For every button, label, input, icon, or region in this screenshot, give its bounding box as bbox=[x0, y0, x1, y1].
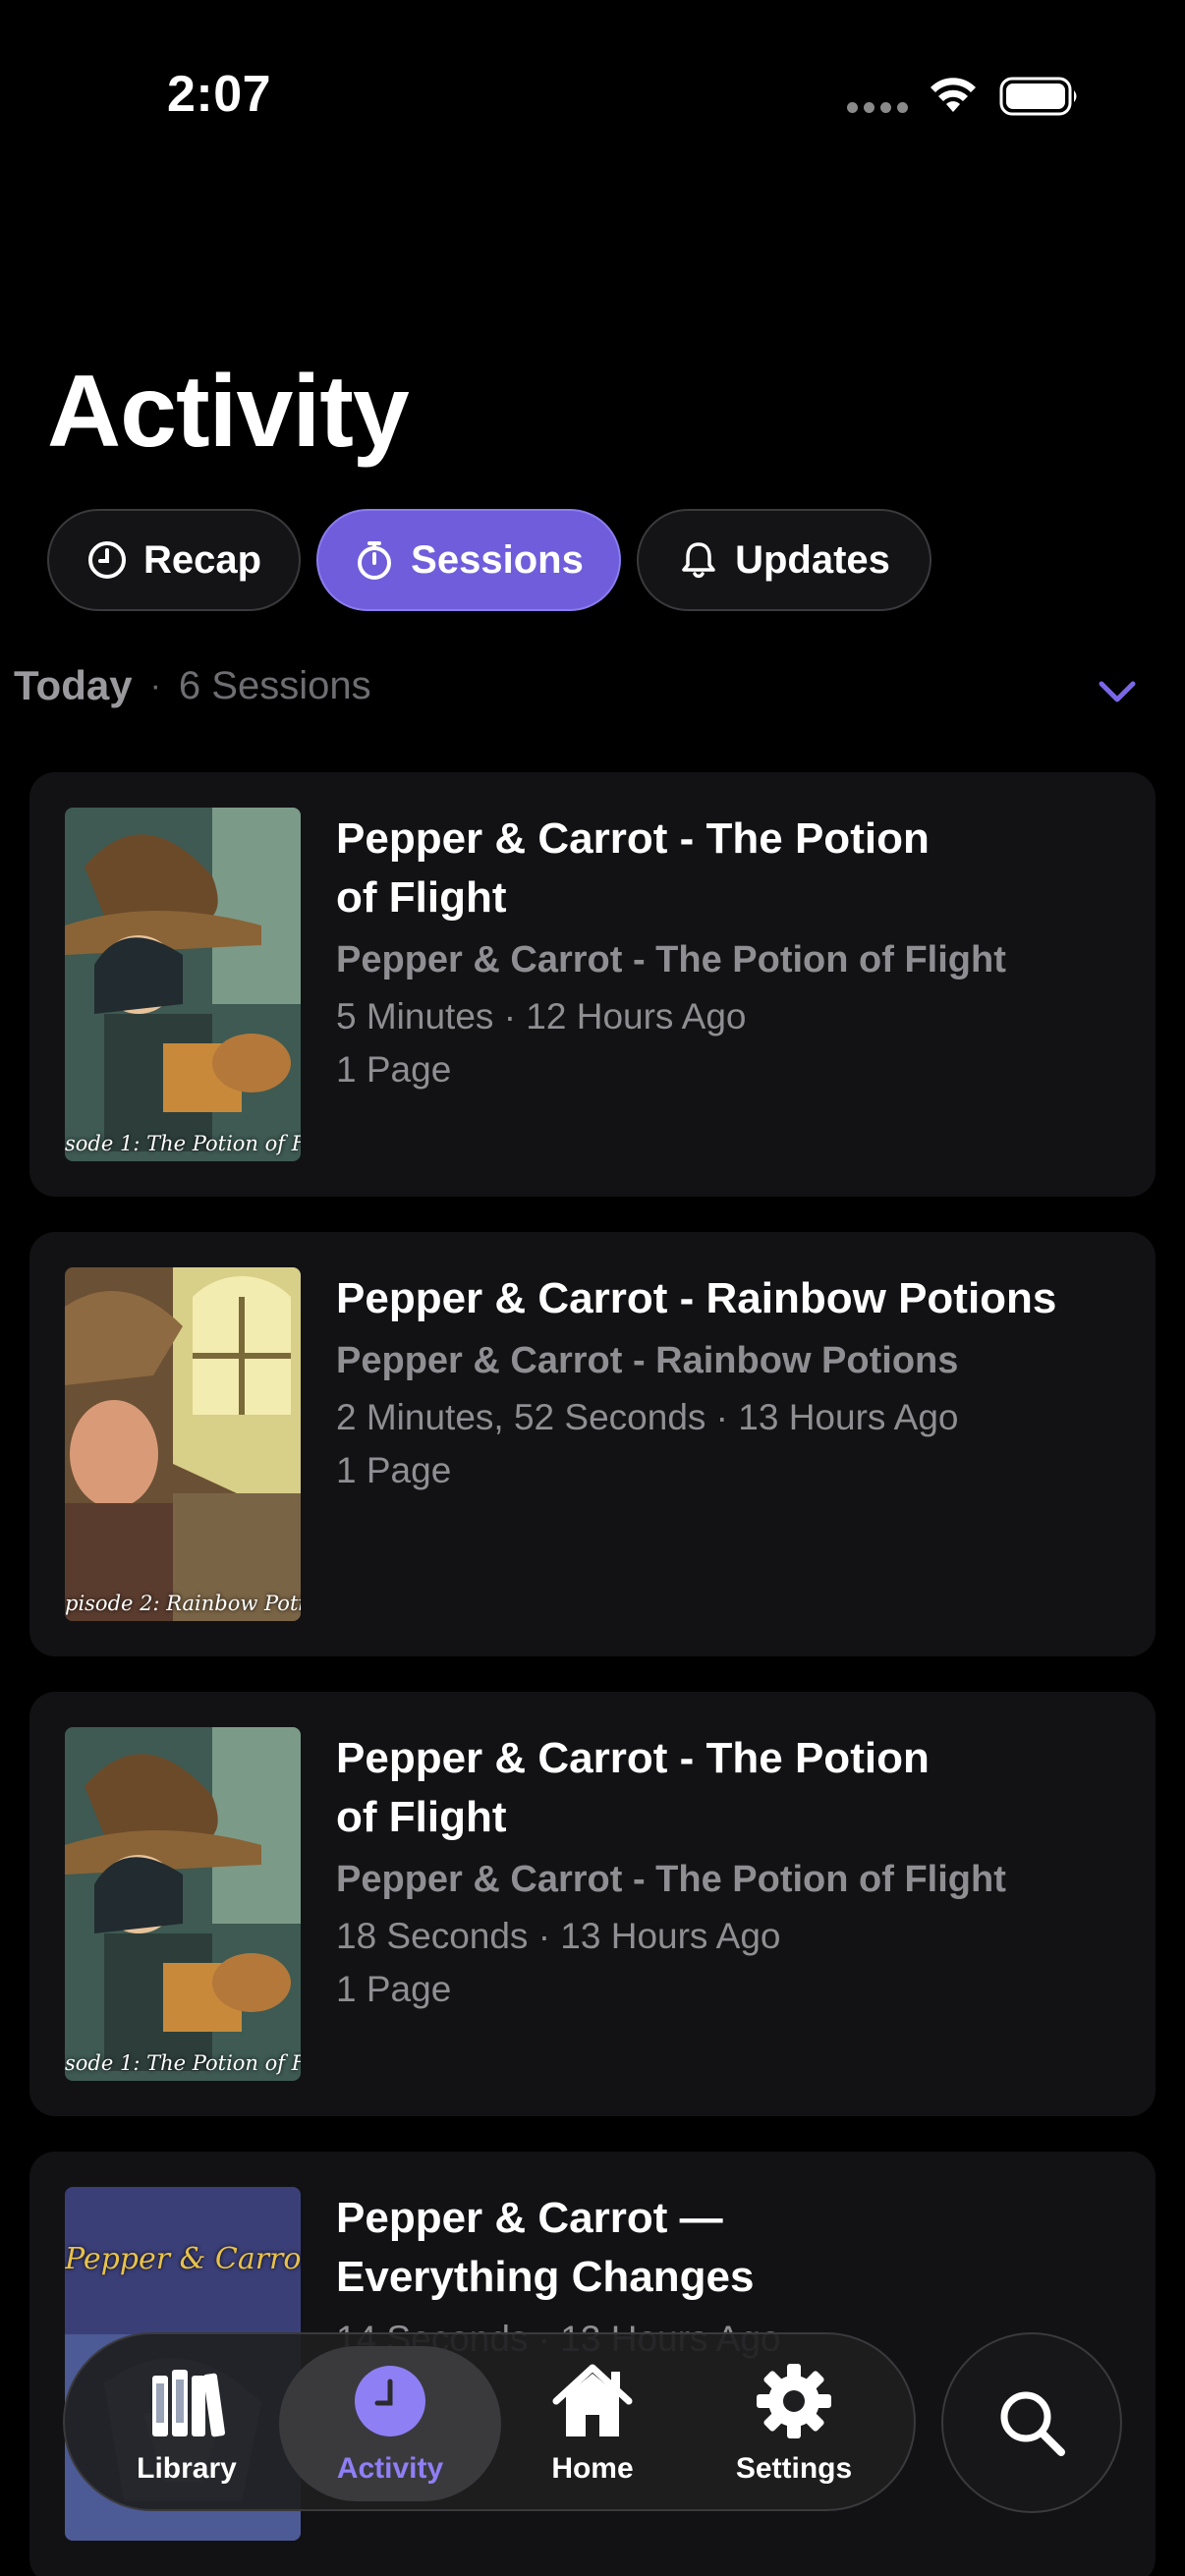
cover-art bbox=[65, 808, 301, 1161]
tab-library[interactable]: Library bbox=[88, 2334, 285, 2513]
page-title: Activity bbox=[47, 355, 410, 469]
tab-recap[interactable]: Recap bbox=[47, 509, 301, 611]
tab-home[interactable]: Home bbox=[494, 2334, 691, 2513]
tab-sessions-label: Sessions bbox=[411, 537, 584, 582]
session-pages: 1 Page bbox=[336, 1969, 452, 2009]
books-icon bbox=[152, 2370, 225, 2437]
tab-library-label: Library bbox=[137, 2452, 237, 2485]
session-card[interactable]: sode 1: The Potion of Fli Pepper & Carro… bbox=[29, 772, 1156, 1197]
session-card[interactable]: pisode 2: Rainbow Potio Pepper & Carrot … bbox=[29, 1232, 1156, 1656]
section-separator: · bbox=[149, 666, 161, 704]
cover-caption: pisode 2: Rainbow Potio bbox=[65, 1592, 301, 1615]
cover-caption: sode 1: The Potion of Fli bbox=[65, 2051, 301, 2075]
wifi-icon bbox=[931, 78, 976, 112]
cellular-signal-icon bbox=[847, 102, 908, 116]
gear-icon bbox=[757, 2364, 831, 2438]
bell-icon bbox=[682, 542, 715, 579]
status-time: 2:07 bbox=[167, 66, 272, 123]
session-book: Pepper & Carrot - Rainbow Potions bbox=[336, 1340, 959, 1381]
search-icon bbox=[1000, 2391, 1065, 2456]
session-book: Pepper & Carrot - The Potion of Flight bbox=[336, 1859, 1006, 1900]
section-day: Today bbox=[14, 662, 133, 708]
battery-icon bbox=[999, 77, 1077, 116]
tab-settings[interactable]: Settings bbox=[696, 2334, 892, 2513]
cover-caption: sode 1: The Potion of Fli bbox=[65, 1132, 301, 1155]
house-icon bbox=[552, 2364, 633, 2436]
session-meta: 2 Minutes, 52 Seconds · 13 Hours Ago bbox=[336, 1397, 959, 1437]
session-book: Pepper & Carrot - The Potion of Flight bbox=[336, 939, 1006, 980]
tab-activity[interactable]: Activity bbox=[292, 2334, 488, 2513]
book-cover: sode 1: The Potion of Fli bbox=[65, 808, 301, 1161]
session-pages: 1 Page bbox=[336, 1049, 452, 1090]
tab-recap-label: Recap bbox=[142, 537, 262, 582]
cover-caption: Pepper & Carrot bbox=[65, 2242, 301, 2276]
session-meta: 18 Seconds · 13 Hours Ago bbox=[336, 1916, 781, 1956]
tab-settings-label: Settings bbox=[735, 2452, 853, 2485]
cover-art bbox=[65, 1267, 301, 1621]
tab-updates-label: Updates bbox=[735, 537, 890, 582]
book-cover: pisode 2: Rainbow Potio bbox=[65, 1267, 301, 1621]
session-title: Pepper & Carrot — Everything Changes bbox=[336, 2194, 755, 2301]
clock-icon bbox=[87, 541, 126, 579]
session-title: Pepper & Carrot - Rainbow Potions bbox=[336, 1274, 1057, 1322]
session-pages: 1 Page bbox=[336, 1450, 452, 1490]
search-button[interactable] bbox=[941, 2332, 1122, 2513]
tab-home-label: Home bbox=[551, 2452, 634, 2485]
chevron-down-icon[interactable] bbox=[1097, 676, 1138, 705]
session-meta: 5 Minutes · 12 Hours Ago bbox=[336, 996, 747, 1036]
section-header[interactable]: Today · 6 Sessions bbox=[14, 662, 371, 709]
clock-icon bbox=[355, 2366, 425, 2436]
tab-bar: Library Activity Home Settings bbox=[63, 2332, 916, 2511]
session-card[interactable]: sode 1: The Potion of Fli Pepper & Carro… bbox=[29, 1692, 1156, 2116]
session-title: Pepper & Carrot - The Potion of Flight bbox=[336, 814, 930, 922]
tab-activity-label: Activity bbox=[336, 2452, 444, 2485]
session-title: Pepper & Carrot - The Potion of Flight bbox=[336, 1734, 930, 1841]
stopwatch-icon bbox=[358, 541, 392, 580]
cover-art bbox=[65, 1727, 301, 2081]
tab-sessions[interactable]: Sessions bbox=[316, 509, 621, 611]
tab-updates[interactable]: Updates bbox=[637, 509, 931, 611]
section-count: 6 Sessions bbox=[178, 663, 371, 707]
book-cover: sode 1: The Potion of Fli bbox=[65, 1727, 301, 2081]
